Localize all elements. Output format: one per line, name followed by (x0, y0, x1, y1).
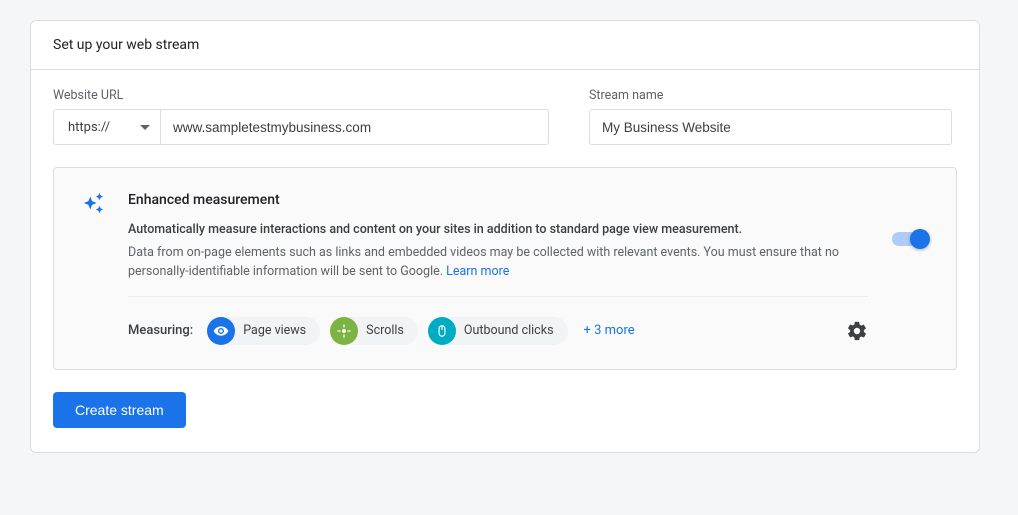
chip-outbound-clicks: Outbound clicks (428, 317, 568, 345)
stream-name-label: Stream name (589, 88, 952, 103)
protocol-select[interactable]: https:// (53, 109, 160, 145)
card-body: Website URL https:// Stream name (31, 70, 979, 452)
chip-label: Scrolls (366, 323, 404, 338)
enhanced-toggle[interactable] (892, 232, 928, 246)
scroll-icon (330, 317, 358, 345)
enhanced-content: Enhanced measurement Automatically measu… (128, 192, 868, 345)
website-url-group: Website URL https:// (53, 88, 549, 145)
protocol-value: https:// (68, 120, 110, 135)
stream-name-group: Stream name (589, 88, 952, 145)
toggle-column (868, 192, 928, 246)
divider (128, 296, 868, 297)
chip-label: Page views (243, 323, 306, 338)
form-row: Website URL https:// Stream name (53, 88, 957, 145)
card-title: Set up your web stream (31, 21, 979, 70)
enhanced-measurement-card: Enhanced measurement Automatically measu… (53, 167, 957, 370)
chip-scrolls: Scrolls (330, 317, 418, 345)
more-chips-link[interactable]: + 3 more (584, 323, 635, 338)
eye-icon (207, 317, 235, 345)
create-stream-button[interactable]: Create stream (53, 392, 186, 428)
web-stream-card: Set up your web stream Website URL https… (30, 20, 980, 453)
chip-page-views: Page views (207, 317, 320, 345)
enhanced-description-line1: Automatically measure interactions and c… (128, 222, 868, 237)
learn-more-link[interactable]: Learn more (446, 264, 509, 279)
url-input-row: https:// (53, 109, 549, 145)
chip-label: Outbound clicks (464, 323, 554, 338)
website-url-label: Website URL (53, 88, 549, 103)
mouse-icon (428, 317, 456, 345)
measuring-row: Measuring: Page views Scrolls (128, 317, 868, 345)
measuring-label: Measuring: (128, 323, 193, 338)
chevron-down-icon (140, 125, 150, 130)
enhanced-description-line2: Data from on-page elements such as links… (128, 243, 848, 282)
enhanced-title: Enhanced measurement (128, 192, 868, 208)
gear-icon[interactable] (846, 320, 868, 342)
stream-name-input[interactable] (589, 109, 952, 145)
website-url-input[interactable] (160, 109, 549, 145)
toggle-knob (910, 229, 930, 249)
sparkle-icon (82, 192, 128, 218)
